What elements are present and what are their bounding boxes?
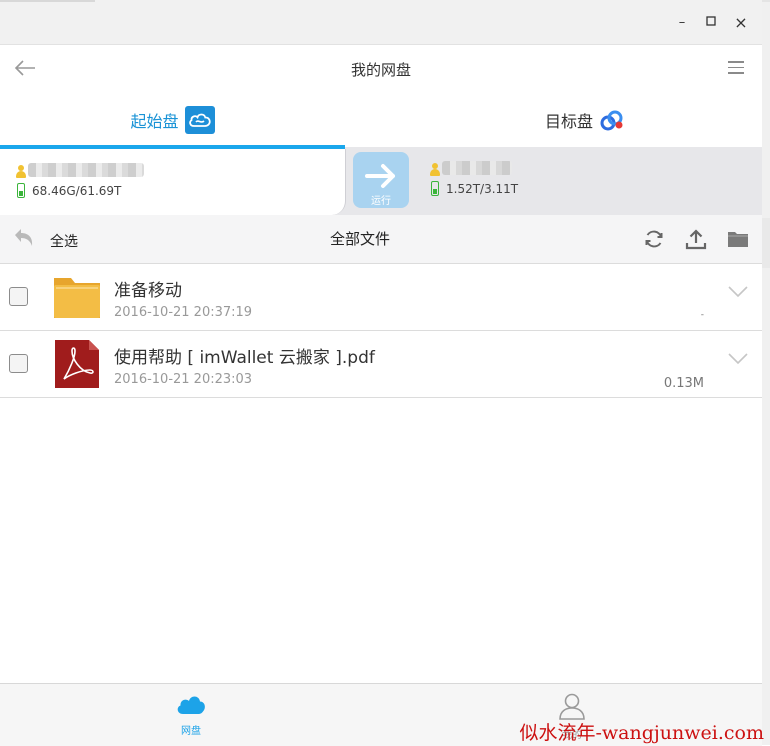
source-user-icon: [16, 165, 26, 179]
file-date: 2016-10-21 20:37:19: [114, 305, 253, 320]
file-toolbar: 全选 全部文件: [0, 215, 762, 264]
target-disk-size: 1.52T/3.11T: [446, 182, 519, 196]
target-battery-icon: [431, 181, 439, 196]
chevron-down-icon[interactable]: [728, 353, 748, 365]
app-window: – × 我的网盘 起始盘 目标盘 68.46G/61.69T 运行 1.52T/…: [0, 0, 763, 746]
run-label: 运行: [371, 196, 391, 207]
nav-bar: 我的网盘: [0, 45, 762, 92]
source-disk-card[interactable]: 68.46G/61.69T: [0, 149, 346, 215]
maximize-button[interactable]: [700, 12, 722, 34]
refresh-icon[interactable]: [642, 227, 666, 251]
minimize-button[interactable]: –: [671, 12, 693, 34]
file-size: 0.13M: [663, 376, 704, 391]
menu-icon[interactable]: [728, 61, 744, 75]
page-title: 我的网盘: [350, 61, 411, 79]
tab-target-disk[interactable]: 目标盘: [400, 95, 770, 145]
source-cloud-icon: [184, 106, 215, 134]
file-name: 使用帮助 [ imWallet 云搬家 ].pdf: [114, 348, 375, 368]
chevron-down-icon[interactable]: [728, 286, 748, 298]
arrow-right-icon: [365, 164, 395, 188]
file-row[interactable]: 准备移动 2016-10-21 20:37:19 -: [0, 264, 762, 331]
cloud-icon: [177, 696, 205, 714]
row-checkbox[interactable]: [9, 287, 28, 306]
source-disk-size: 68.46G/61.69T: [32, 184, 122, 198]
file-size: -: [700, 310, 704, 320]
title-bar-accent: [0, 0, 95, 2]
pdf-file-icon: [55, 340, 99, 388]
user-icon: [559, 693, 585, 720]
background-window-edge: [762, 0, 770, 745]
bottom-nav-cloud[interactable]: 网盘: [161, 692, 221, 737]
file-row[interactable]: 使用帮助 [ imWallet 云搬家 ].pdf 2016-10-21 20:…: [0, 331, 762, 398]
bottom-nav-cloud-label: 网盘: [181, 726, 201, 737]
target-cloud-icon: [600, 110, 623, 131]
disk-info-panel: 68.46G/61.69T 运行 1.52T/3.11T: [0, 147, 762, 215]
source-account-name-blurred: [28, 163, 144, 177]
source-disk-highlight-bar: [0, 145, 345, 149]
target-account-name-blurred: [442, 161, 512, 175]
disk-tabs: 起始盘 目标盘: [0, 95, 762, 145]
file-name: 准备移动: [114, 281, 182, 301]
source-battery-icon: [17, 183, 25, 198]
source-disk-label: 起始盘: [130, 112, 179, 131]
maximize-icon: [706, 16, 716, 26]
target-user-icon: [430, 163, 440, 177]
file-list: 准备移动 2016-10-21 20:37:19 - 使用帮助 [ imWall…: [0, 264, 762, 398]
file-date: 2016-10-21 20:23:03: [114, 372, 253, 387]
target-disk-label: 目标盘: [544, 112, 593, 131]
folder-file-icon: [54, 278, 100, 318]
folder-icon[interactable]: [726, 227, 750, 251]
watermark-text: 似水流年-wangjunwei.com: [519, 722, 765, 744]
close-button[interactable]: ×: [730, 12, 752, 34]
row-checkbox[interactable]: [9, 354, 28, 373]
upload-icon[interactable]: [684, 227, 708, 251]
title-bar: – ×: [0, 0, 762, 45]
run-button[interactable]: 运行: [353, 152, 409, 208]
tab-source-disk[interactable]: 起始盘: [0, 95, 345, 145]
folder-title: 全部文件: [329, 230, 390, 248]
